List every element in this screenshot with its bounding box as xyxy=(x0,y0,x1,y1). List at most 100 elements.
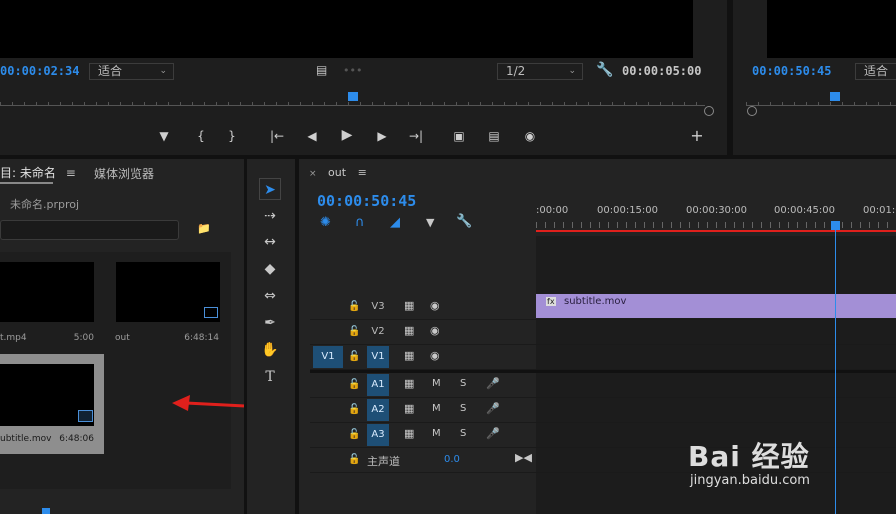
slip-tool[interactable]: ⇔ xyxy=(259,285,281,307)
program-video-screen xyxy=(767,0,896,58)
baidu-watermark: Bai 经验 jingyan.baidu.com xyxy=(688,435,888,495)
eye-icon[interactable]: ◉ xyxy=(430,299,440,312)
search-input[interactable] xyxy=(0,220,179,240)
sync-lock-icon[interactable]: ▦ xyxy=(404,299,414,312)
project-item[interactable]: t.mp4 5:00 xyxy=(0,254,104,350)
baidu-brand: Bai 经验 xyxy=(688,440,810,473)
mark-in-button[interactable]: { xyxy=(192,128,210,144)
program-ruler[interactable] xyxy=(746,96,896,106)
sync-lock-icon[interactable]: ▦ xyxy=(404,402,414,415)
program-fit-select[interactable]: 适合 xyxy=(855,63,896,80)
track-label[interactable]: V3 xyxy=(367,296,389,318)
lock-icon[interactable]: 🔓 xyxy=(348,326,360,337)
overwrite-button[interactable]: ▤ xyxy=(485,128,503,144)
selection-tool[interactable]: ➤ xyxy=(259,178,281,200)
master-volume-value[interactable]: 0.0 xyxy=(444,454,460,465)
new-bin-icon[interactable]: 📁 xyxy=(197,222,211,235)
solo-button[interactable]: S xyxy=(460,378,466,389)
lock-icon[interactable]: 🔓 xyxy=(348,429,360,440)
menu-icon[interactable]: ≡ xyxy=(66,166,76,180)
step-back-button[interactable]: ◀ xyxy=(303,128,321,144)
source-playhead[interactable] xyxy=(348,92,358,101)
project-item[interactable]: out 6:48:14 xyxy=(110,254,228,350)
program-scroll-start[interactable] xyxy=(747,106,757,116)
source-video-screen xyxy=(0,0,693,58)
lock-icon[interactable]: 🔓 xyxy=(348,301,360,312)
source-fit-select[interactable]: 适合 ⌄ xyxy=(89,63,174,80)
add-marker-icon[interactable]: ▼ xyxy=(426,216,434,229)
mute-button[interactable]: M xyxy=(432,428,441,439)
track-label[interactable]: V2 xyxy=(367,321,389,343)
track-label[interactable]: V1 xyxy=(367,346,389,368)
mute-button[interactable]: M xyxy=(432,378,441,389)
insert-button[interactable]: ▣ xyxy=(450,128,468,144)
baidu-url: jingyan.baidu.com xyxy=(690,473,810,488)
menu-icon[interactable]: ≡ xyxy=(358,166,367,179)
sync-lock-icon[interactable]: ▦ xyxy=(404,349,414,362)
sync-lock-icon[interactable]: ▦ xyxy=(404,377,414,390)
time-ruler[interactable]: :00:00 00:00:15:00 00:00:30:00 00:00:45:… xyxy=(536,200,896,234)
source-fit-value: 适合 xyxy=(98,64,123,78)
camera-icon[interactable]: ◉ xyxy=(521,128,539,144)
pen-tool[interactable]: ✒ xyxy=(259,312,281,334)
lock-icon[interactable]: 🔓 xyxy=(348,404,360,415)
close-icon[interactable]: × xyxy=(309,169,317,179)
add-button[interactable]: + xyxy=(688,128,706,144)
razor-tool[interactable]: ◆ xyxy=(259,258,281,280)
nest-icon[interactable]: ✺ xyxy=(320,215,331,230)
add-marker-button[interactable]: ▼ xyxy=(155,128,173,144)
source-timecode[interactable]: 00:00:02:34 xyxy=(0,64,79,78)
lock-icon[interactable]: 🔓 xyxy=(348,454,360,465)
program-timecode[interactable]: 00:00:50:45 xyxy=(752,64,831,78)
eye-icon[interactable]: ◉ xyxy=(430,324,440,337)
timeline-playhead-handle[interactable] xyxy=(831,221,840,230)
track-label[interactable]: A1 xyxy=(367,374,389,396)
timeline-clip[interactable]: fx subtitle.mov xyxy=(536,294,896,318)
sequence-tab[interactable]: × out ≡ xyxy=(309,166,367,179)
tab-project[interactable]: 目: 未命名 ≡ xyxy=(0,164,76,181)
insert-icon[interactable]: ••• xyxy=(343,64,362,77)
microphone-icon[interactable]: 🎤 xyxy=(486,402,500,415)
go-to-out-button[interactable]: →| xyxy=(407,128,425,144)
wrench-icon[interactable]: 🔧 xyxy=(596,62,613,78)
microphone-icon[interactable]: 🎤 xyxy=(486,377,500,390)
track-select-tool[interactable]: ⇢ xyxy=(259,205,281,227)
export-frame-icon[interactable]: ▤ xyxy=(316,63,327,77)
eye-icon[interactable]: ◉ xyxy=(430,349,440,362)
tab-media-browser[interactable]: 媒体浏览器 xyxy=(94,165,154,182)
source-patch-v1[interactable]: V1 xyxy=(313,346,343,368)
timeline-timecode[interactable]: 00:00:50:45 xyxy=(317,192,416,210)
snap-magnet-icon[interactable]: ∩ xyxy=(355,215,365,230)
track-v2: 🔓 V2 ▦ ◉ xyxy=(310,320,896,345)
step-forward-button[interactable]: ▶ xyxy=(373,128,391,144)
project-item-selected[interactable]: ubtitle.mov 6:48:06 xyxy=(0,354,104,454)
type-tool[interactable]: T xyxy=(259,366,281,388)
mark-out-button[interactable]: } xyxy=(223,128,241,144)
track-label[interactable]: A3 xyxy=(367,424,389,446)
go-to-end-icon[interactable]: ▶◀ xyxy=(515,451,532,464)
master-label: 主声道 xyxy=(367,455,400,468)
track-label[interactable]: A2 xyxy=(367,399,389,421)
timeline-settings-icon[interactable]: 🔧 xyxy=(456,214,472,229)
resolution-select[interactable]: 1/2 ⌄ xyxy=(497,63,583,80)
solo-button[interactable]: S xyxy=(460,403,466,414)
mute-button[interactable]: M xyxy=(432,403,441,414)
work-area-bar[interactable] xyxy=(536,230,896,232)
ruler-label: 00:00:30:00 xyxy=(686,205,748,216)
go-to-in-button[interactable]: |← xyxy=(268,128,286,144)
ripple-edit-tool[interactable]: ↔ xyxy=(259,231,281,253)
linked-selection-icon[interactable]: ◢ xyxy=(390,215,400,230)
ruler-ticks xyxy=(536,222,896,228)
solo-button[interactable]: S xyxy=(460,428,466,439)
sync-lock-icon[interactable]: ▦ xyxy=(404,324,414,337)
list-view-icon[interactable] xyxy=(42,508,50,514)
play-button[interactable]: ▶ xyxy=(338,127,356,143)
item-duration: 6:48:06 xyxy=(59,434,94,444)
hand-tool[interactable]: ✋ xyxy=(259,339,281,361)
program-playhead[interactable] xyxy=(830,92,840,101)
lock-icon[interactable]: 🔓 xyxy=(348,379,360,390)
microphone-icon[interactable]: 🎤 xyxy=(486,427,500,440)
lock-icon[interactable]: 🔓 xyxy=(348,351,360,362)
source-scroll-end[interactable] xyxy=(704,106,714,116)
sync-lock-icon[interactable]: ▦ xyxy=(404,427,414,440)
